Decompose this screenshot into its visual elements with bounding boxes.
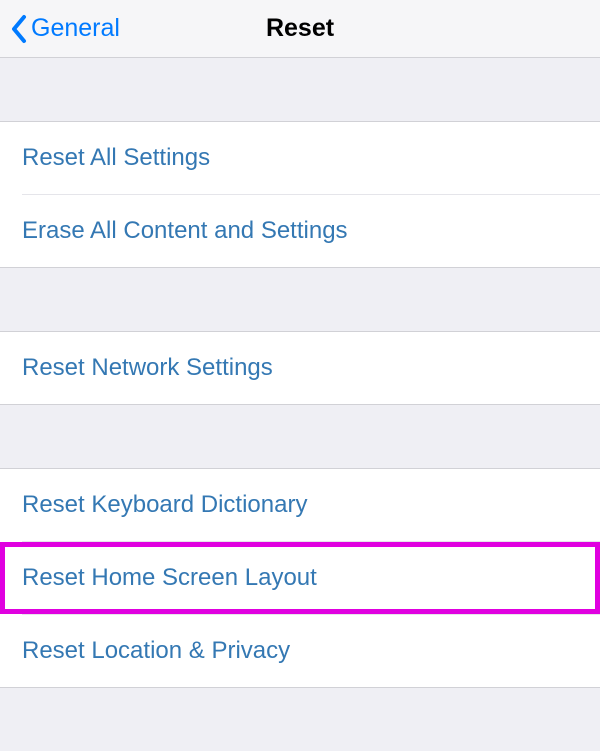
back-label: General	[31, 14, 120, 43]
chevron-left-icon	[10, 14, 28, 44]
erase-all-content-and-settings[interactable]: Erase All Content and Settings	[0, 195, 600, 267]
row-label: Erase All Content and Settings	[22, 217, 348, 245]
reset-home-screen-layout[interactable]: Reset Home Screen Layout	[0, 542, 600, 614]
row-label: Reset Location & Privacy	[22, 637, 290, 665]
row-label: Reset Keyboard Dictionary	[22, 491, 307, 519]
reset-all-settings[interactable]: Reset All Settings	[0, 122, 600, 194]
row-label: Reset All Settings	[22, 144, 210, 172]
group-spacer	[0, 268, 600, 331]
settings-group: Reset All Settings Erase All Content and…	[0, 121, 600, 268]
nav-header: General Reset	[0, 0, 600, 58]
settings-group: Reset Keyboard Dictionary Reset Home Scr…	[0, 468, 600, 688]
back-button[interactable]: General	[0, 14, 120, 44]
reset-network-settings[interactable]: Reset Network Settings	[0, 332, 600, 404]
group-spacer	[0, 405, 600, 468]
reset-keyboard-dictionary[interactable]: Reset Keyboard Dictionary	[0, 469, 600, 541]
reset-location-and-privacy[interactable]: Reset Location & Privacy	[0, 615, 600, 687]
page-title: Reset	[266, 14, 334, 43]
row-label: Reset Network Settings	[22, 354, 273, 382]
settings-group: Reset Network Settings	[0, 331, 600, 405]
row-label: Reset Home Screen Layout	[22, 564, 317, 592]
group-spacer	[0, 58, 600, 121]
